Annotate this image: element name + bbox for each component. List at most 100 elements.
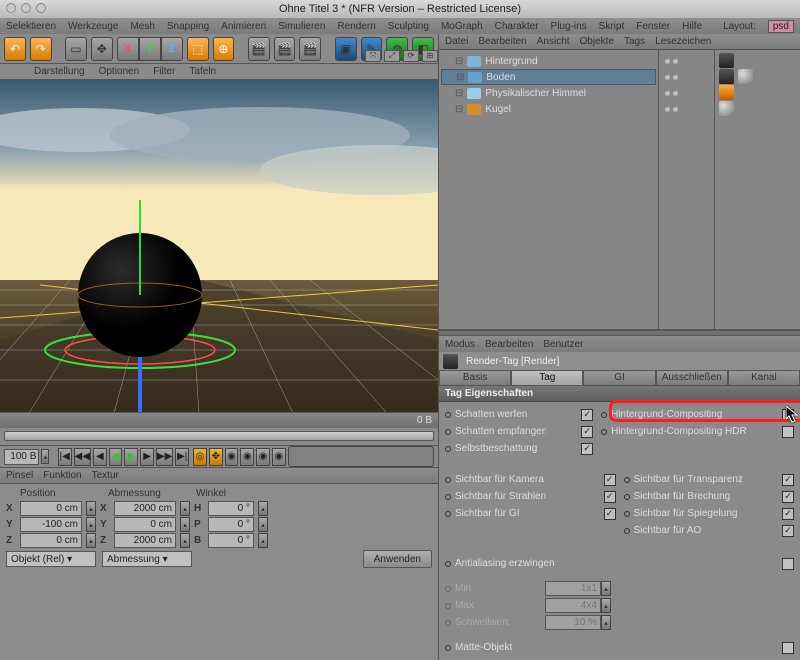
om-menu-lesezeichen[interactable]: Lesezeichen [655, 36, 711, 47]
coord-space-select[interactable]: Objekt (Rel) ▾ [6, 551, 96, 567]
menu-animieren[interactable]: Animieren [221, 21, 266, 32]
checkbox[interactable]: ✓ [782, 474, 794, 486]
film-tag-icon[interactable] [719, 69, 734, 84]
prop-schatten-werfen[interactable]: Schatten werfen. . . . .✓ [445, 406, 593, 423]
prev-frame-icon[interactable]: ◀ [93, 448, 107, 466]
coord-system-icon[interactable]: ⬚ [187, 37, 209, 61]
spin-icon[interactable]: ▴ [86, 501, 96, 516]
ang-Z[interactable]: 0 ° [208, 533, 254, 548]
vp-rotate-icon[interactable]: ⟳ [403, 50, 419, 62]
window-controls[interactable] [6, 3, 46, 13]
ball-tag-icon[interactable] [719, 101, 734, 116]
menu-sculpting[interactable]: Sculpting [388, 21, 429, 32]
goto-end-icon[interactable]: ▶| [175, 448, 189, 466]
checkbox[interactable]: ✓ [782, 491, 794, 503]
goto-start-icon[interactable]: |◀ [58, 448, 72, 466]
prop-antialiasing[interactable]: Antialiasing erzwingen [445, 555, 794, 572]
primitive-cube-icon[interactable]: ▣ [335, 37, 357, 61]
vp-menu-options[interactable]: Optionen [99, 66, 140, 77]
prop-sichtbar-f-r-strahlen[interactable]: Sichtbar für Strahlen. . . . .✓ [445, 488, 616, 505]
om-menu-datei[interactable]: Datei [445, 36, 468, 47]
apply-button[interactable]: Anwenden [363, 550, 432, 568]
menu-mograph[interactable]: MoGraph [441, 21, 483, 32]
menu-hilfe[interactable]: Hilfe [682, 21, 702, 32]
play-fwd-icon[interactable]: ▶ [124, 448, 138, 466]
vp-zoom-icon[interactable]: ⤢ [384, 50, 400, 62]
spin-icon[interactable]: ▴ [86, 517, 96, 532]
checkbox[interactable]: ✓ [581, 443, 593, 455]
checkbox[interactable] [782, 426, 794, 438]
axis-y-icon[interactable]: Y [139, 37, 161, 61]
tab-texture[interactable]: Textur [92, 470, 119, 481]
autokey-icon[interactable]: ✥ [209, 448, 223, 466]
axis-z-icon[interactable]: Z [161, 37, 183, 61]
render-settings-icon[interactable]: 🎬 [299, 37, 321, 61]
attr-tab-tag[interactable]: Tag [511, 370, 583, 386]
spin-icon[interactable]: ▴ [258, 501, 268, 516]
render-icon[interactable]: 🎬 [248, 37, 270, 61]
checkbox[interactable]: ✓ [604, 491, 616, 503]
prop-matte[interactable]: Matte-Objekt [445, 639, 794, 656]
pos-Z[interactable]: 0 cm [20, 533, 82, 548]
tool-redo-icon[interactable]: ↷ [30, 37, 52, 61]
size-Y[interactable]: 0 cm [114, 517, 176, 532]
prop-hintergrund-compositing-hdr-maps[interactable]: Hintergrund-Compositing HDR-Maps. . . . … [601, 423, 794, 440]
object-kugel[interactable]: ⊟Kugel [441, 101, 656, 117]
vp-menu-view[interactable]: Darstellung [34, 66, 85, 77]
attr-tab-gi[interactable]: GI [583, 370, 655, 386]
menu-rendern[interactable]: Rendern [337, 21, 375, 32]
prop-sichtbar-f-r-ao[interactable]: Sichtbar für AO. . . . .✓ [624, 522, 795, 539]
spin-icon[interactable]: ▴ [180, 501, 190, 516]
spin-icon[interactable]: ▴ [258, 533, 268, 548]
object-tree[interactable]: ⊟Hintergrund⊟Boden⊟Physikalischer Himmel… [439, 50, 659, 329]
vp-layout-icon[interactable]: ⊞ [422, 50, 438, 62]
menu-selektieren[interactable]: Selektieren [6, 21, 56, 32]
film-tag-icon[interactable] [719, 53, 734, 68]
key-pla-icon[interactable]: ◉ [272, 448, 286, 466]
om-menu-objekte[interactable]: Objekte [580, 36, 614, 47]
tab-brush[interactable]: Pinsel [6, 470, 33, 481]
menu-snapping[interactable]: Snapping [167, 21, 209, 32]
om-menu-bearbeiten[interactable]: Bearbeiten [478, 36, 526, 47]
object-hintergrund[interactable]: ⊟Hintergrund [441, 53, 656, 69]
prop-sichtbar-f-r-gi[interactable]: Sichtbar für GI. . . . .✓ [445, 505, 616, 522]
ball-tag-icon[interactable] [738, 69, 753, 84]
layout-select[interactable]: psd [768, 20, 794, 33]
spin-icon[interactable]: ▴ [86, 533, 96, 548]
select-tool-icon[interactable]: ▭ [65, 37, 87, 61]
play-back-icon[interactable]: ◀ [109, 448, 123, 466]
viewport-3d[interactable]: 0 B [0, 80, 438, 428]
coord-scale-select[interactable]: Abmessung ▾ [102, 551, 192, 567]
prop-sichtbar-f-r-kamera[interactable]: Sichtbar für Kamera. . . . .✓ [445, 471, 616, 488]
vp-nav-icon[interactable]: ⤧ [365, 50, 381, 62]
vp-menu-panels[interactable]: Tafeln [189, 66, 216, 77]
attr-tab-kanal[interactable]: Kanal [728, 370, 800, 386]
timeline-lock-icon[interactable] [288, 446, 434, 467]
size-X[interactable]: 2000 cm [114, 501, 176, 516]
zoom-icon[interactable] [36, 3, 46, 13]
vp-menu-filter[interactable]: Filter [153, 66, 175, 77]
move-tool-icon[interactable]: ✥ [91, 37, 113, 61]
prop-sichtbar-f-r-brechung[interactable]: Sichtbar für Brechung. . . . .✓ [624, 488, 795, 505]
tab-function[interactable]: Funktion [43, 470, 81, 481]
menu-skript[interactable]: Skript [599, 21, 625, 32]
prop-schatten-empfangen[interactable]: Schatten empfangen. . . . .✓ [445, 423, 593, 440]
timeline-ruler[interactable] [0, 428, 438, 446]
prev-key-icon[interactable]: ◀◀ [74, 448, 91, 466]
key-pos-icon[interactable]: ◉ [225, 448, 239, 466]
pos-Y[interactable]: -100 cm [20, 517, 82, 532]
spin-icon[interactable]: ▴ [180, 533, 190, 548]
checkbox[interactable]: ✓ [782, 525, 794, 537]
object-manager[interactable]: ⊟Hintergrund⊟Boden⊟Physikalischer Himmel… [439, 50, 800, 330]
object-tags-column[interactable] [715, 50, 800, 329]
next-key-icon[interactable]: ▶▶ [156, 448, 173, 466]
attr-menu-benutzer[interactable]: Benutzer [543, 339, 583, 350]
spin-icon[interactable]: ▴ [258, 517, 268, 532]
render-region-icon[interactable]: 🎬 [274, 37, 296, 61]
prop-sichtbar-f-r-transparenz[interactable]: Sichtbar für Transparenz. . . . .✓ [624, 471, 795, 488]
checkbox[interactable]: ✓ [604, 474, 616, 486]
object-physikalischer-himmel[interactable]: ⊟Physikalischer Himmel [441, 85, 656, 101]
menu-mesh[interactable]: Mesh [130, 21, 154, 32]
minimize-icon[interactable] [21, 3, 31, 13]
axis-toggle[interactable]: X Y Z [117, 37, 183, 61]
